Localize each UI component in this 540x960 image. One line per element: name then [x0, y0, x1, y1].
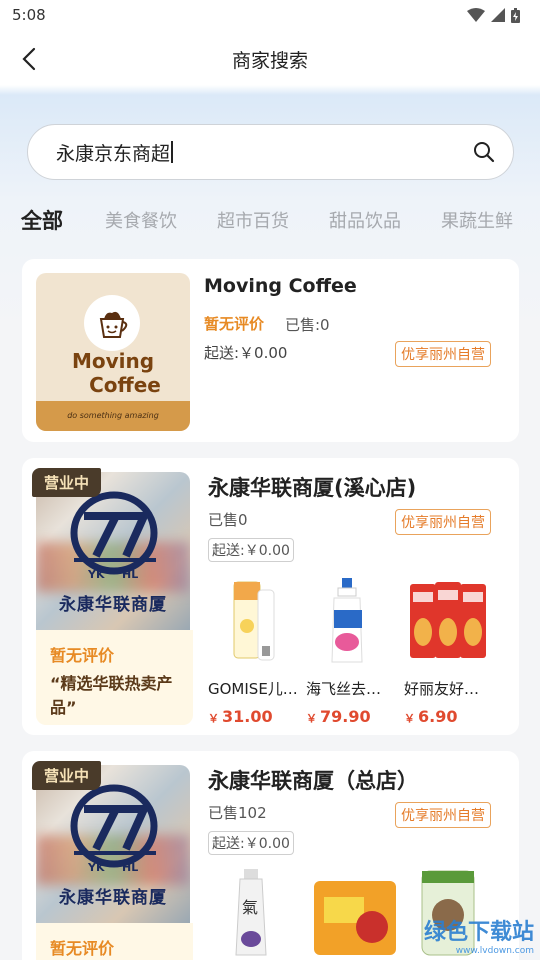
currency-symbol: ￥ [208, 712, 219, 725]
battery-icon [511, 7, 520, 23]
shop-name: 永康华联商厦（总店） [208, 769, 418, 793]
page-title: 商家搜索 [231, 49, 308, 72]
product-item[interactable] [306, 867, 404, 960]
product-price: ￥ 6.90 [404, 707, 502, 726]
shop-name: Moving Coffee [204, 275, 357, 297]
product-name: 海飞丝去… [306, 680, 382, 698]
drink-bottle-icon: 氣 [235, 869, 267, 956]
shop-card-moving-coffee[interactable]: Moving Coffee do something amazing Movin… [22, 259, 519, 442]
promo-box: 暂无评价 “精选华联热卖产品” [36, 630, 193, 725]
shop-logo: 营业中 YK HL 永康华联商厦 [32, 468, 190, 630]
logo-word-coffee: Coffee [89, 373, 161, 397]
promo-box: 暂无评价 [36, 923, 193, 960]
shop-min-order: 起送:￥0.00 [204, 344, 288, 362]
tab-fresh[interactable]: 果蔬生鲜 [441, 207, 513, 233]
shop-sold-count: 已售:0 [285, 316, 330, 334]
logo-word-moving: Moving [71, 349, 155, 373]
text-caret [171, 141, 174, 163]
promo-text: “精选华联热卖产品” [50, 674, 173, 717]
coffee-cup-icon [84, 295, 140, 351]
shop-tag: 优享丽州自营 [395, 341, 491, 367]
currency-symbol: ￥ [306, 712, 317, 725]
back-button[interactable] [14, 44, 44, 74]
shop-name: 永康华联商厦(溪心店) [208, 476, 417, 500]
shop-sold-count: 已售102 [208, 804, 267, 822]
product-list: GOMISE儿… ￥ 31.00 海飞丝去… ￥ 79.90 好丽友好… ￥ 6… [208, 576, 502, 726]
product-name: 好丽友好… [404, 680, 480, 698]
status-icons [467, 7, 520, 23]
product-item[interactable]: 海飞丝去… ￥ 79.90 [306, 576, 404, 726]
shop-rating: 暂无评价 [50, 646, 115, 665]
shop-rating: 暂无评价 [204, 315, 265, 333]
shop-tag: 优享丽州自营 [395, 802, 491, 828]
currency-symbol: ￥ [404, 712, 415, 725]
watermark-url: www.lvdown.com [455, 946, 534, 956]
price-value: 31.00 [222, 707, 273, 726]
search-field[interactable]: 永康京东商超 [27, 124, 514, 180]
search-icon[interactable] [473, 141, 495, 163]
wifi-icon [467, 8, 485, 22]
product-item[interactable]: 好丽友好… ￥ 6.90 [404, 576, 502, 726]
price-value: 79.90 [320, 707, 371, 726]
signal-icon [491, 8, 505, 22]
tab-food[interactable]: 美食餐饮 [105, 207, 177, 233]
product-item[interactable]: 氣 [208, 867, 306, 960]
svg-text:氣: 氣 [242, 898, 258, 917]
shop-min-order: 起送:￥0.00 [208, 831, 294, 855]
nav-bar: 商家搜索 [0, 30, 540, 88]
store-logo-text: 永康华联商厦 [59, 595, 167, 615]
shop-sold-count: 已售0 [208, 511, 248, 529]
product-item[interactable]: GOMISE儿… ￥ 31.00 [208, 576, 306, 726]
product-name: GOMISE儿… [208, 680, 298, 698]
chips-icon [410, 582, 486, 658]
watermark-text: 绿色下载站 [423, 920, 534, 945]
status-bar: 5:08 [0, 0, 540, 30]
logo-tagline: do something amazing [36, 401, 190, 431]
shop-rating: 暂无评价 [50, 939, 115, 958]
svg-text:YK: YK [87, 861, 105, 874]
chevron-left-icon [22, 47, 36, 71]
status-time: 5:08 [12, 6, 46, 24]
svg-text:YK: YK [87, 568, 105, 581]
product-price: ￥ 79.90 [306, 707, 404, 726]
status-badge: 营业中 [32, 761, 102, 790]
toothpaste-icon [233, 581, 275, 661]
tab-supermarket[interactable]: 超市百货 [217, 207, 289, 233]
shampoo-icon [331, 578, 363, 663]
search-input[interactable]: 永康京东商超 [56, 139, 473, 166]
shop-logo: Moving Coffee do something amazing [36, 273, 190, 431]
shop-logo: 营业中 YK HL 永康华联商厦 [32, 761, 190, 923]
shop-tag: 优享丽州自营 [395, 509, 491, 535]
store-logo-text: 永康华联商厦 [59, 888, 167, 908]
tab-all[interactable]: 全部 [21, 205, 63, 235]
shop-card-xixin[interactable]: 营业中 YK HL 永康华联商厦 暂无评价 “精选华联热卖产品” 永康华联商厦(… [22, 458, 519, 735]
store-logo-icon: YK HL [70, 784, 158, 874]
noodle-pack-icon [314, 881, 396, 955]
svg-text:HL: HL [122, 861, 138, 874]
status-badge: 营业中 [32, 468, 102, 497]
search-input-value: 永康京东商超 [56, 142, 171, 165]
category-tabs: 全部 美食餐饮 超市百货 甜品饮品 果蔬生鲜 [0, 200, 540, 240]
watermark: 绿色下载站 www.lvdown.com [424, 914, 534, 956]
shop-min-order: 起送:￥0.00 [208, 538, 294, 562]
price-value: 6.90 [418, 707, 458, 726]
tab-desserts[interactable]: 甜品饮品 [329, 207, 401, 233]
store-logo-icon: YK HL [70, 491, 158, 581]
product-price: ￥ 31.00 [208, 707, 306, 726]
svg-text:HL: HL [122, 568, 138, 581]
